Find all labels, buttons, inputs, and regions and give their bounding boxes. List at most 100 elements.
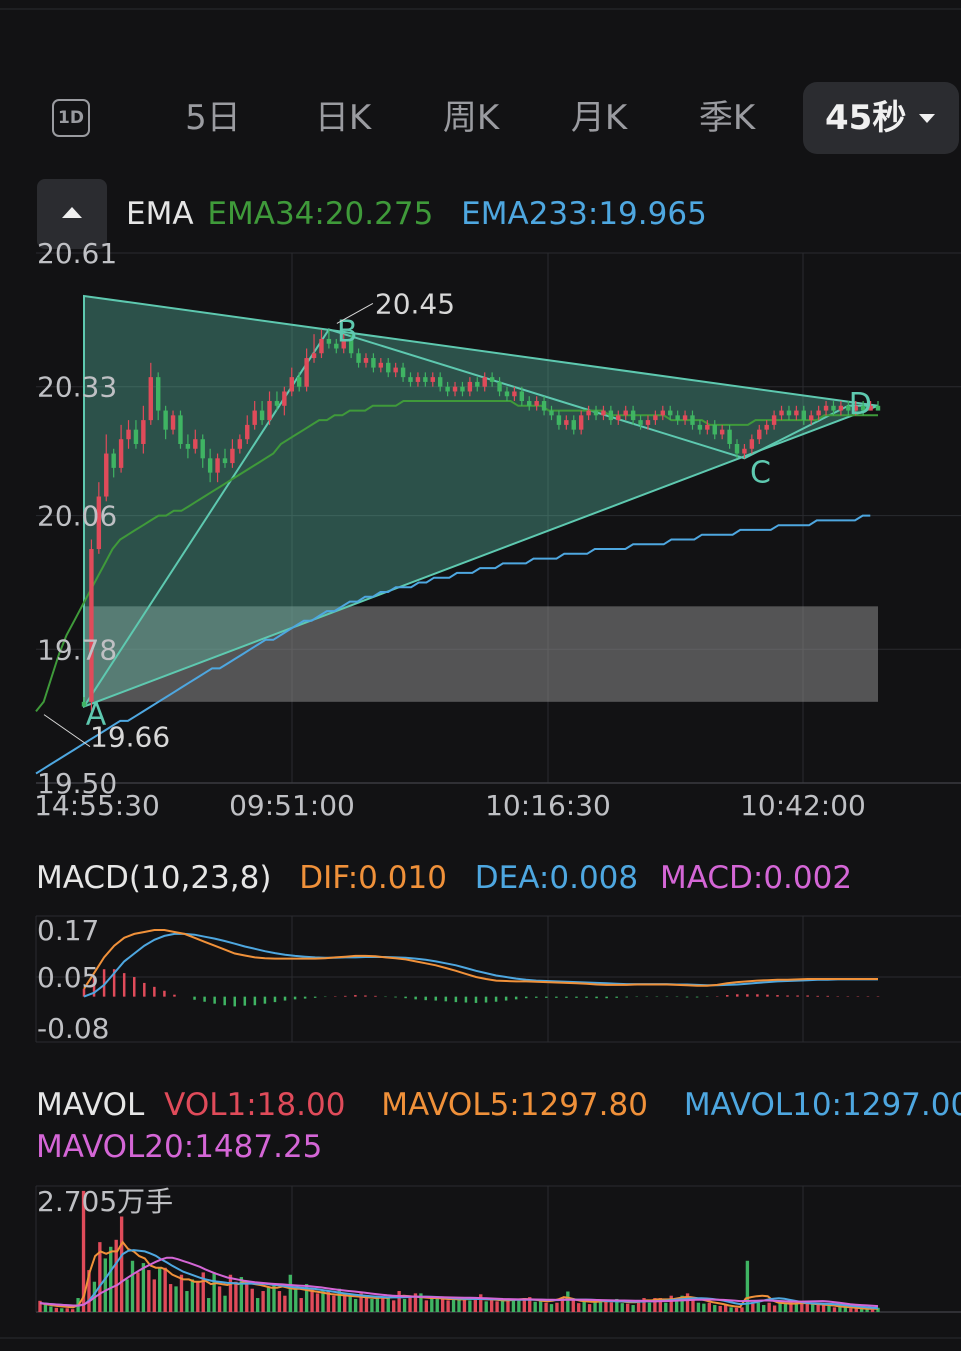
volume-bar xyxy=(310,1288,314,1312)
volume-bar xyxy=(740,1307,744,1312)
pattern-label-b: B xyxy=(337,314,358,349)
volume-bar xyxy=(250,1288,254,1312)
volume-bar xyxy=(174,1286,178,1312)
candle-body xyxy=(638,420,643,425)
volume-bar xyxy=(141,1263,146,1312)
candle-body xyxy=(222,458,228,464)
volume-bar xyxy=(457,1299,461,1312)
pattern-label-d: D xyxy=(849,387,872,422)
volume-bar xyxy=(571,1299,575,1312)
candle-body xyxy=(460,386,465,392)
candle-body xyxy=(378,362,384,368)
candle-body xyxy=(408,377,413,382)
volume-bar xyxy=(158,1267,162,1312)
candle-body xyxy=(400,367,406,378)
volume-bar xyxy=(756,1302,760,1312)
volume-bar xyxy=(103,1258,107,1312)
candle-body xyxy=(719,429,725,435)
dea-line xyxy=(83,932,878,998)
volume-bar xyxy=(577,1303,581,1312)
volume-bar xyxy=(315,1293,320,1312)
time-tick-label: 10:16:30 xyxy=(485,789,611,822)
volume-bar xyxy=(549,1304,554,1312)
volume-bar xyxy=(598,1301,603,1312)
candle-body xyxy=(245,424,250,440)
volume-bar xyxy=(538,1300,543,1312)
price-tick-label: 20.06 xyxy=(37,500,117,533)
candle-body xyxy=(252,410,257,425)
volume-bar xyxy=(517,1298,521,1312)
volume-bar xyxy=(718,1305,722,1312)
volume-bar xyxy=(751,1303,755,1312)
candle-body xyxy=(489,377,495,382)
candle-body xyxy=(163,410,168,430)
candle-body xyxy=(237,439,243,449)
candle-body xyxy=(386,362,391,373)
candle-body xyxy=(193,439,198,449)
candle-body xyxy=(89,549,94,702)
volume-max-label: 2.705万手 xyxy=(37,1185,173,1218)
time-tick-label: 14:55:30 xyxy=(34,789,160,822)
volume-bar xyxy=(386,1298,390,1312)
volume-bar xyxy=(234,1281,238,1312)
candle-body xyxy=(519,391,525,402)
volume-bar xyxy=(582,1301,586,1312)
volume-bar xyxy=(125,1279,129,1312)
candle-body xyxy=(823,405,829,411)
volume-bar xyxy=(696,1302,701,1312)
volume-bar xyxy=(397,1291,401,1312)
volume-bar xyxy=(805,1303,809,1312)
candle-body xyxy=(445,386,450,392)
volume-bar xyxy=(136,1272,140,1312)
macd-tick-label: -0.08 xyxy=(37,1012,109,1045)
volume-bar xyxy=(533,1301,537,1312)
candle-body xyxy=(757,429,762,440)
dif-line xyxy=(83,929,878,990)
candle-body xyxy=(571,420,576,430)
time-tick-label: 10:42:00 xyxy=(740,789,866,822)
volume-bar xyxy=(484,1301,488,1312)
volume-bar xyxy=(767,1302,771,1312)
volume-bar xyxy=(402,1298,407,1312)
volume-bar xyxy=(228,1274,233,1312)
candle-body xyxy=(660,410,666,416)
candle-body xyxy=(178,415,183,444)
macd-tick-label: 0.05 xyxy=(37,961,99,994)
price-tick-label: 20.61 xyxy=(37,237,117,270)
volume-bar xyxy=(152,1279,156,1312)
volume-bar xyxy=(832,1307,837,1312)
volume-bar xyxy=(506,1300,510,1312)
candle-body xyxy=(630,410,636,421)
volume-bar xyxy=(609,1302,614,1312)
volume-bar xyxy=(190,1279,195,1312)
volume-bar xyxy=(544,1302,548,1312)
candle-body xyxy=(148,377,153,421)
stock-chart[interactable]: ABCD20.4519.6620.6120.3320.0619.7819.501… xyxy=(0,0,961,1351)
candle-body xyxy=(705,424,710,430)
candle-body xyxy=(437,377,443,387)
candle-body xyxy=(779,410,784,416)
candle-body xyxy=(512,391,517,397)
candle-body xyxy=(104,453,109,497)
volume-bar xyxy=(849,1308,853,1312)
candle-body xyxy=(556,415,562,425)
volume-bar xyxy=(473,1299,478,1312)
time-tick-label: 09:51:00 xyxy=(229,789,355,822)
volume-bar xyxy=(636,1302,641,1312)
volume-bar xyxy=(49,1306,53,1312)
volume-bar xyxy=(620,1303,624,1312)
candle-body xyxy=(875,405,881,411)
volume-bar xyxy=(60,1308,64,1312)
candle-body xyxy=(304,358,309,387)
volume-bar xyxy=(435,1297,439,1312)
candle-body xyxy=(549,410,554,416)
volume-bar xyxy=(119,1216,124,1312)
candle-body xyxy=(126,429,131,440)
candle-body xyxy=(764,424,769,430)
volume-bar xyxy=(555,1302,559,1312)
candle-body xyxy=(541,401,547,411)
volume-bar xyxy=(587,1304,592,1312)
candle-body xyxy=(564,420,569,425)
volume-bar xyxy=(631,1305,635,1312)
volume-bar xyxy=(223,1295,227,1312)
